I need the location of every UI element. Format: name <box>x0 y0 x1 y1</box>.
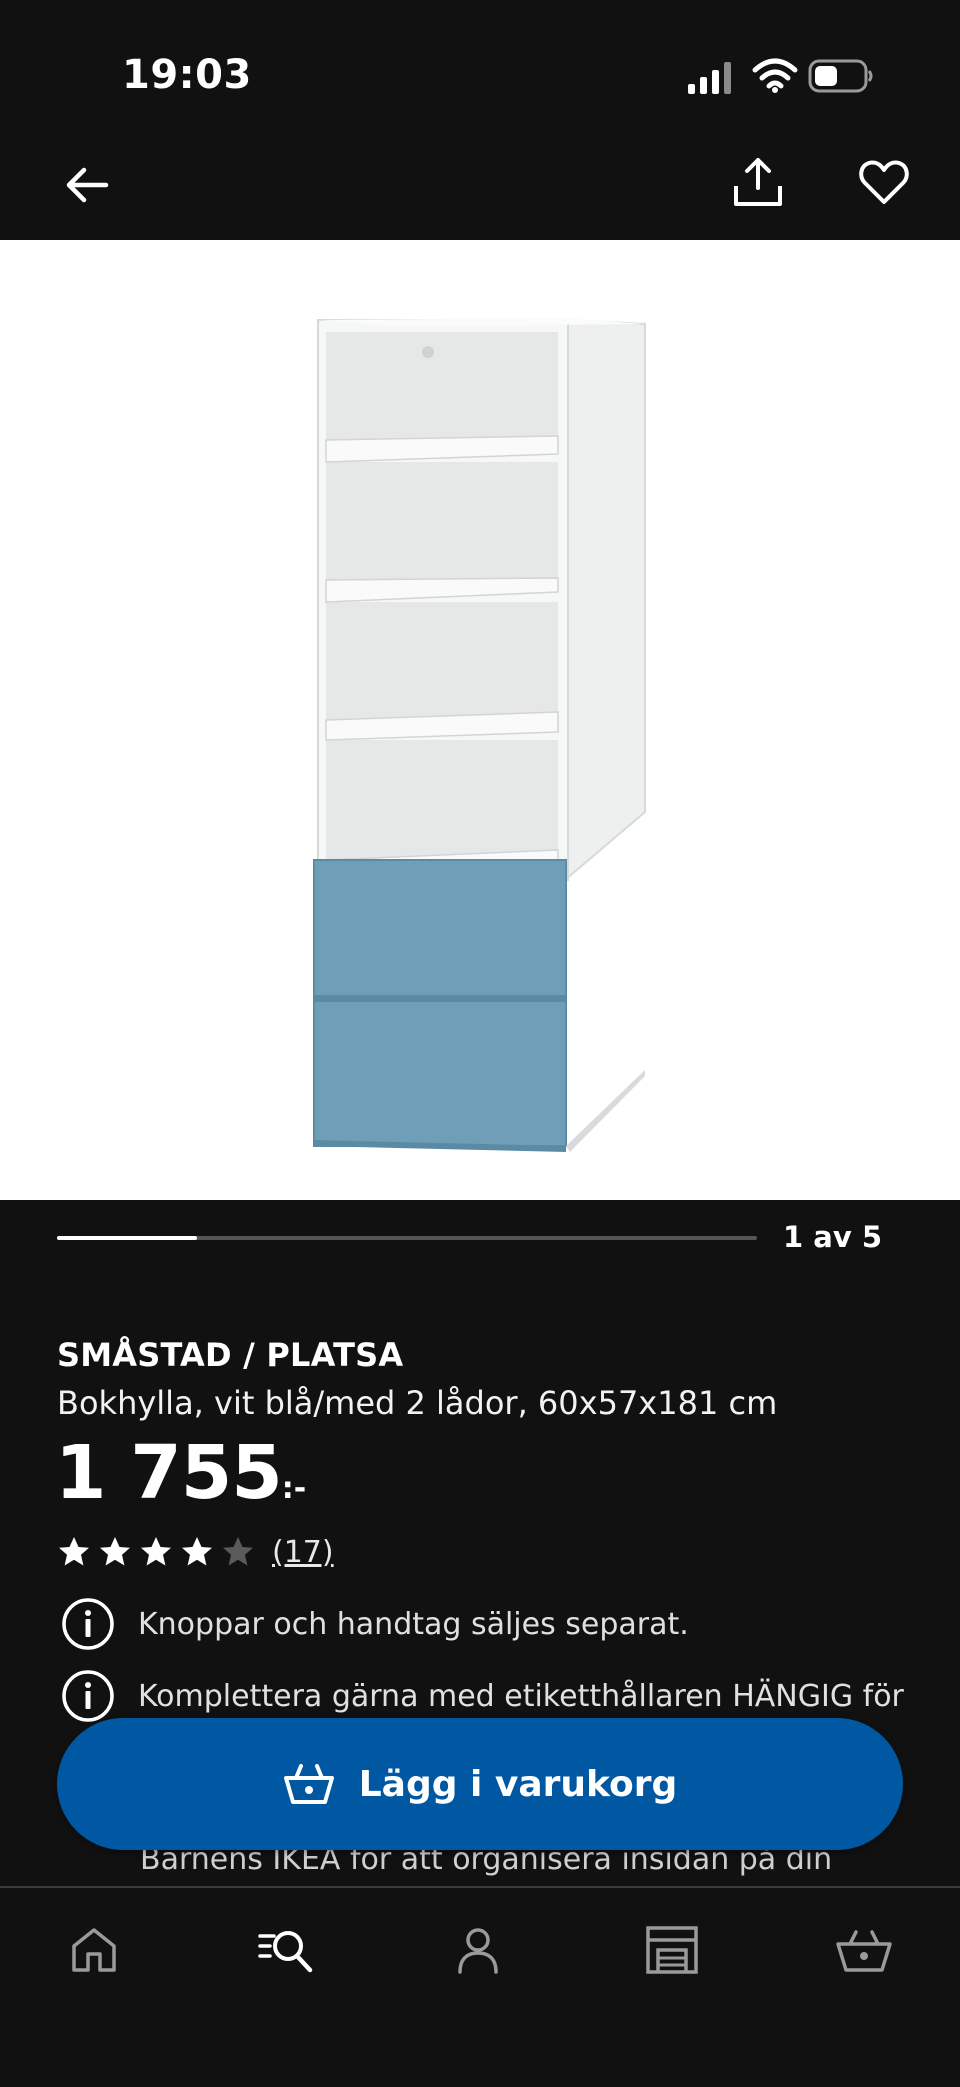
wifi-icon <box>752 58 798 93</box>
image-carousel-indicator: 1 av 5 <box>0 1200 960 1280</box>
basket-icon <box>283 1764 334 1804</box>
home-icon <box>72 1928 116 1972</box>
info-icon <box>62 1670 114 1722</box>
product-image[interactable] <box>0 240 960 1200</box>
star-icon <box>59 1537 89 1566</box>
arrow-left-icon[interactable] <box>62 160 112 210</box>
product-page: 19:03 1 av 5 SMÅSTAD / PLATSA Bokhylla, … <box>0 0 960 2087</box>
search-menu-icon <box>258 1931 313 1973</box>
carousel-counter: 1 av 5 <box>782 1220 882 1254</box>
info-row-knobs: Knoppar och handtag säljes separat. <box>60 1596 689 1652</box>
tab-basket[interactable] <box>834 1920 894 1980</box>
add-to-cart-button[interactable]: Lägg i varukorg <box>57 1718 903 1850</box>
info-text: Knoppar och handtag säljes separat. <box>138 1606 689 1642</box>
battery-icon <box>808 59 873 93</box>
store-icon <box>646 1926 698 1974</box>
price-amount: 1 755 <box>55 1430 283 1516</box>
status-time: 19:03 <box>122 52 252 98</box>
status-bar: 19:03 <box>0 0 960 150</box>
product-rating[interactable]: (17) <box>57 1532 334 1572</box>
share-icon[interactable] <box>728 152 788 212</box>
tab-home[interactable] <box>64 1920 124 1980</box>
bookcase-illustration <box>313 318 646 1152</box>
star-icon <box>182 1537 212 1566</box>
info-row-label-holder: Komplettera gärna med etiketthållaren HÄ… <box>60 1668 904 1724</box>
heart-icon[interactable] <box>858 156 910 208</box>
price-suffix: :- <box>281 1471 307 1506</box>
star-icon <box>141 1537 171 1566</box>
star-empty-icon <box>223 1537 253 1566</box>
signal-icon <box>688 62 731 94</box>
profile-icon <box>458 1928 498 1974</box>
tab-profile[interactable] <box>448 1920 508 1980</box>
review-count-link[interactable]: (17) <box>272 1535 334 1570</box>
carousel-progress-track <box>57 1236 757 1240</box>
basket-icon <box>836 1930 892 1972</box>
product-price: 1 755:- <box>55 1430 306 1516</box>
info-icon <box>62 1598 114 1650</box>
bottom-tab-bar <box>0 1886 960 2087</box>
product-name: SMÅSTAD / PLATSA <box>57 1336 404 1374</box>
star-icon <box>100 1537 130 1566</box>
tab-store[interactable] <box>642 1920 702 1980</box>
tab-search[interactable] <box>256 1920 316 1980</box>
info-text: Komplettera gärna med etiketthållaren HÄ… <box>138 1678 904 1714</box>
nav-header <box>0 150 960 240</box>
add-to-cart-label: Lägg i varukorg <box>358 1763 678 1805</box>
product-description: Bokhylla, vit blå/med 2 lådor, 60x57x181… <box>57 1384 778 1422</box>
carousel-progress-fill <box>57 1236 197 1240</box>
